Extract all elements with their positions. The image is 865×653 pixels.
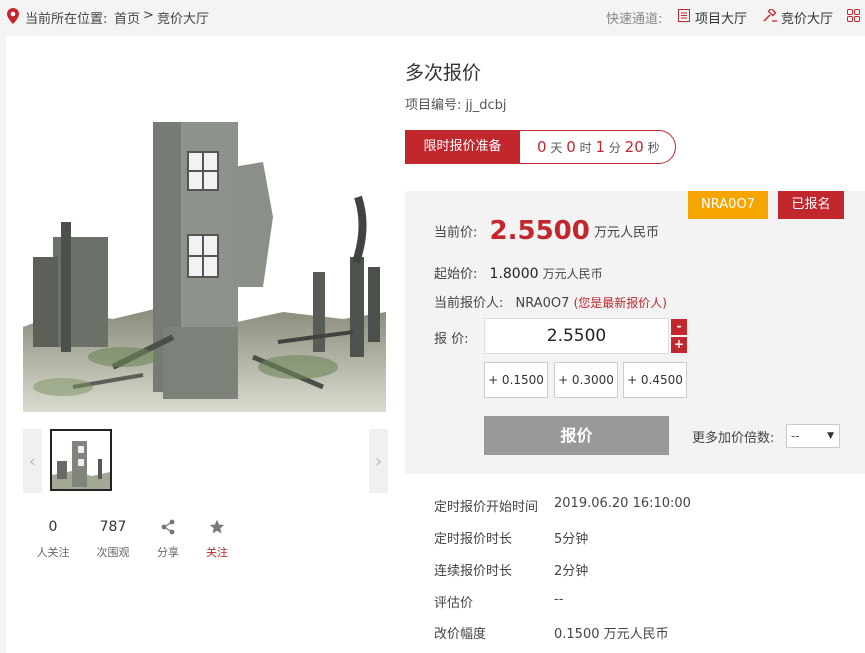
follow-label: 关注 xyxy=(206,546,228,559)
breadcrumb-current[interactable]: 竞价大厅 xyxy=(157,8,209,27)
current-price-value: 2.5500 xyxy=(489,216,590,246)
detail-label-start-time: 定时报价开始时间 xyxy=(434,500,539,515)
views-count: 787 xyxy=(99,519,127,535)
start-price-unit: 万元人民币 xyxy=(542,267,603,281)
main-product-image xyxy=(23,57,386,412)
increment-button-1[interactable]: + 0.1500 xyxy=(484,362,548,398)
increment-button-2[interactable]: + 0.3000 xyxy=(554,362,618,398)
list-icon xyxy=(678,9,690,26)
detail-value-price-step: 0.1500 万元人民币 xyxy=(554,627,669,642)
followers-label: 人关注 xyxy=(36,546,70,559)
gavel-icon xyxy=(763,7,778,26)
bid-label: 报 价: xyxy=(434,332,469,347)
hours-unit: 时 xyxy=(579,141,592,155)
current-price-label: 当前价: xyxy=(434,225,478,241)
detail-label-continuous-duration: 连续报价时长 xyxy=(434,564,513,579)
project-number-value: jj_dcbj xyxy=(465,98,507,113)
thumbnail-prev-button[interactable]: ‹ xyxy=(23,429,42,493)
detail-label-price-step: 改价幅度 xyxy=(434,627,487,642)
submit-bid-button[interactable]: 报价 xyxy=(484,416,669,455)
current-price-unit: 万元人民币 xyxy=(594,225,660,241)
views-label: 次围观 xyxy=(96,546,130,559)
current-price-row: 当前价: 2.5500 万元人民币 xyxy=(434,216,659,246)
days-unit: 天 xyxy=(550,141,563,155)
timer-status-badge: 限时报价准备 xyxy=(405,130,520,164)
start-price-label: 起始价: xyxy=(434,267,478,282)
latest-bidder-note: (您是最新报价人) xyxy=(573,296,667,310)
multiplier-select[interactable]: -- ▼ xyxy=(786,424,840,448)
seconds-unit: 秒 xyxy=(647,141,660,155)
detail-value-timed-duration: 5分钟 xyxy=(554,532,589,547)
countdown-seconds: 20 xyxy=(624,138,644,156)
follow-button[interactable]: 关注 xyxy=(187,516,247,560)
detail-value-appraisal: -- xyxy=(554,592,564,607)
grid-icon[interactable] xyxy=(847,9,860,26)
current-bidder-row: 当前报价人: NRA0O7 (您是最新报价人) xyxy=(434,292,667,311)
minutes-unit: 分 xyxy=(608,141,621,155)
countdown-minutes: 1 xyxy=(595,138,605,156)
views-stat: 787 次围观 xyxy=(83,516,143,560)
item-title: 多次报价 xyxy=(405,62,482,84)
current-bidder-value: NRA0O7 xyxy=(515,296,570,311)
multiplier-value: -- xyxy=(791,429,800,443)
increase-bid-button[interactable]: + xyxy=(671,337,687,353)
quick-nav-label: 快速通道: xyxy=(606,12,663,27)
detail-label-appraisal: 评估价 xyxy=(434,596,474,611)
current-bidder-label: 当前报价人: xyxy=(434,296,504,311)
bid-price-input[interactable]: 2.5500 xyxy=(484,318,669,354)
countdown-display: 0 天 0 时 1 分 20 秒 xyxy=(518,130,676,164)
auction-panel: ‹ › 0 人关注 787 次围观 分享 关注 多次报价 项目编号: jj_dc… xyxy=(6,36,865,653)
quick-nav-project-hall[interactable]: 项目大厅 xyxy=(695,8,747,27)
project-number-label: 项目编号: xyxy=(405,98,462,113)
decrease-bid-button[interactable]: - xyxy=(671,319,687,335)
thumbnail-strip: ‹ › xyxy=(23,429,388,493)
thumbnail-image[interactable] xyxy=(50,429,112,491)
detail-value-start-time: 2019.06.20 16:10:00 xyxy=(554,496,691,511)
breadcrumb-home-link[interactable]: 首页 xyxy=(114,8,140,27)
location-pin-icon xyxy=(7,8,19,28)
breadcrumb-prefix: 当前所在位置: xyxy=(25,12,108,27)
registered-tag: 已报名 xyxy=(778,191,844,219)
thumbnail-next-button[interactable]: › xyxy=(369,429,388,493)
countdown-hours: 0 xyxy=(566,138,576,156)
start-price-value: 1.8000 xyxy=(489,266,539,282)
quick-nav-bidding-hall[interactable]: 竞价大厅 xyxy=(781,8,833,27)
followers-count: 0 xyxy=(48,519,58,535)
multiplier-label: 更多加价倍数: xyxy=(692,431,775,446)
star-icon xyxy=(187,516,247,538)
breadcrumb-separator: > xyxy=(143,8,154,23)
caret-down-icon: ▼ xyxy=(827,431,834,441)
countdown-days: 0 xyxy=(537,138,547,156)
followers-stat: 0 人关注 xyxy=(23,516,83,560)
start-price-row: 起始价: 1.8000 万元人民币 xyxy=(434,263,603,282)
increment-button-3[interactable]: + 0.4500 xyxy=(623,362,687,398)
project-number: 项目编号: jj_dcbj xyxy=(405,94,507,113)
user-id-tag: NRA0O7 xyxy=(688,191,768,219)
detail-value-continuous-duration: 2分钟 xyxy=(554,564,589,579)
top-bar: 当前所在位置: 首页 > 竞价大厅 快速通道: 项目大厅 竞价大厅 xyxy=(0,0,865,32)
detail-label-timed-duration: 定时报价时长 xyxy=(434,532,513,547)
